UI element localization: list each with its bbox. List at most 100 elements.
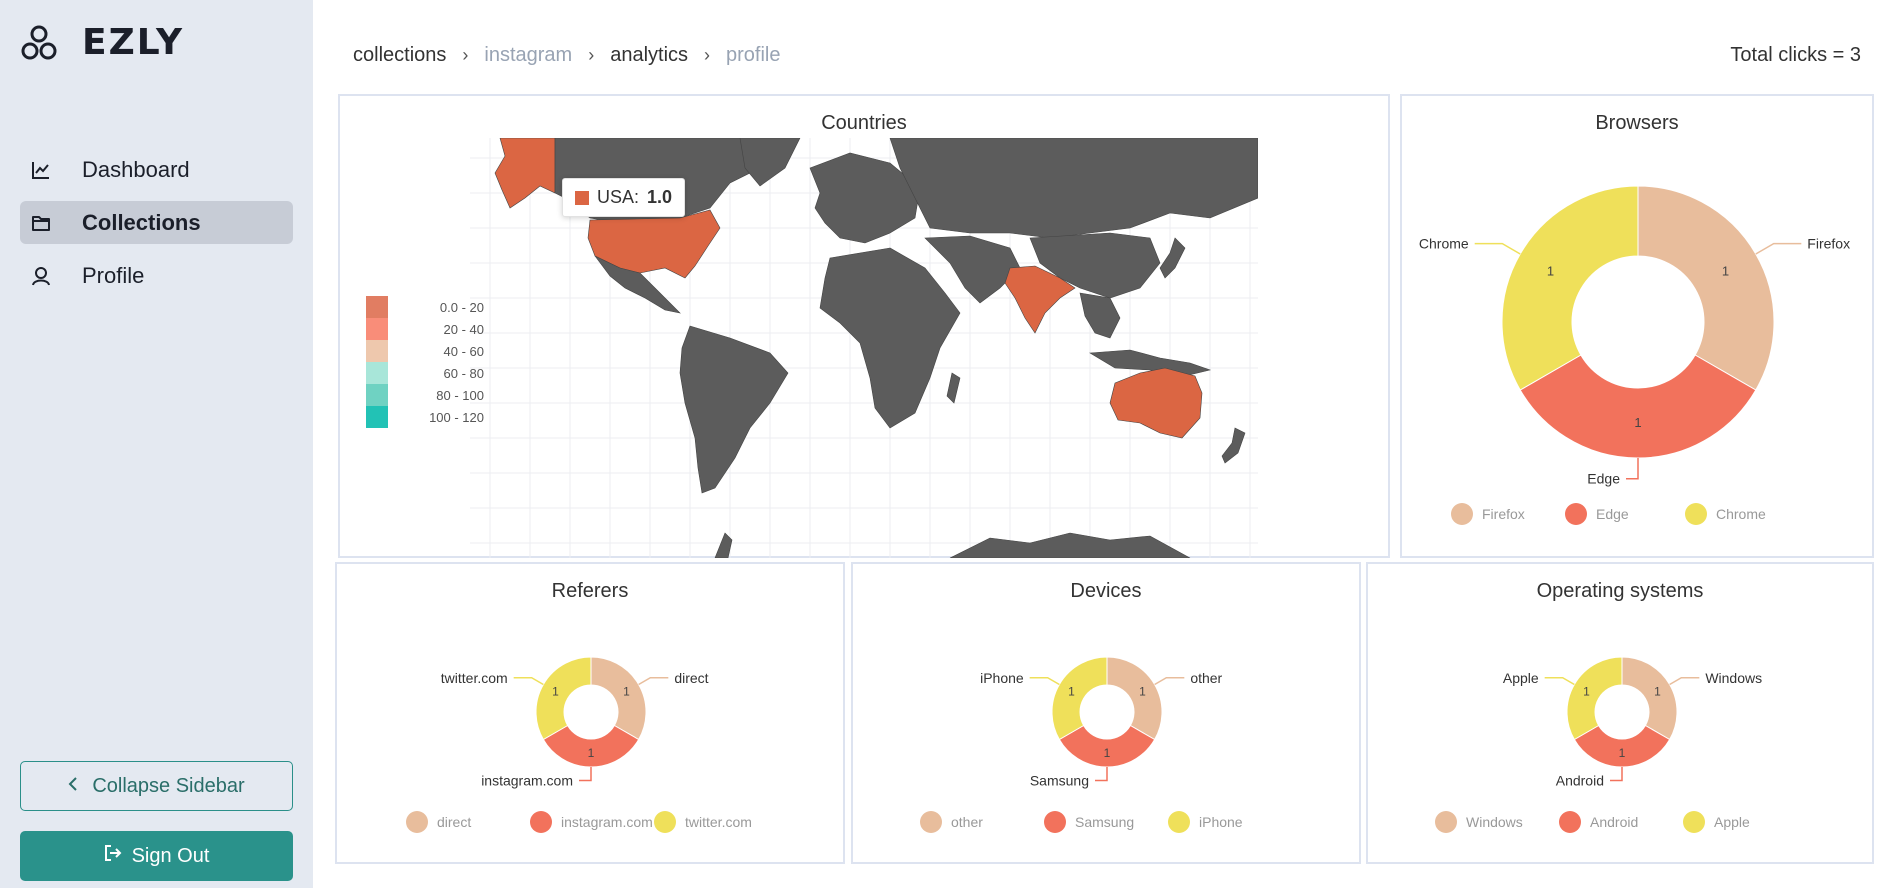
map-country-south-america[interactable] [679, 325, 789, 494]
legend-row[interactable]: 20 - 40 [366, 318, 484, 340]
sidebar: EZLY Dashboard Collections Profile Colla… [0, 0, 313, 888]
slice-value-label: 1 [1619, 746, 1626, 760]
donut-slice[interactable] [1621, 656, 1678, 741]
sidebar-item-dashboard[interactable]: Dashboard [20, 148, 293, 191]
sidebar-item-label: Profile [82, 262, 145, 288]
legend-marker[interactable] [1565, 503, 1587, 525]
operating-systems-donut-chart[interactable]: 1 Windows Windows 1 Android Android 1 Apple Appl… [1368, 564, 1872, 862]
map-country-new-zealand[interactable] [1221, 427, 1246, 464]
donut-slice[interactable] [1566, 656, 1623, 741]
chevron-right-icon: › [462, 45, 469, 65]
sidebar-item-collections[interactable]: Collections [20, 201, 293, 244]
legend-label[interactable]: other [951, 814, 983, 830]
map-country-antarctica-peninsula[interactable] [714, 532, 733, 558]
legend-marker[interactable] [920, 811, 942, 833]
slice-leader-line [1095, 767, 1108, 782]
slice-category-label: Edge [1587, 471, 1620, 487]
sidebar-nav: Dashboard Collections Profile [20, 148, 293, 307]
devices-donut-chart[interactable]: 1 other other 1 Samsung Samsung 1 iPhone iPhone [853, 564, 1359, 862]
legend-row[interactable]: 60 - 80 [366, 362, 484, 384]
sidebar-item-label: Dashboard [82, 156, 190, 182]
map-country-southeast-asia[interactable] [1079, 292, 1121, 339]
legend-row[interactable]: 100 - 120 [366, 406, 484, 428]
slice-leader-line [1154, 677, 1185, 686]
browsers-card: Browsers 1 Firefox Firefox 1 Edge Edge 1 Chrome… [1400, 94, 1874, 558]
slice-category-label: instagram.com [481, 773, 573, 789]
legend-row[interactable]: 0.0 - 20 [366, 296, 484, 318]
legend-label[interactable]: iPhone [1199, 814, 1243, 830]
breadcrumb-analytics[interactable]: analytics [610, 44, 688, 67]
slice-leader-line [1029, 677, 1060, 686]
legend-label[interactable]: twitter.com [685, 814, 752, 830]
legend-label[interactable]: Apple [1714, 814, 1750, 830]
legend-marker[interactable] [654, 811, 676, 833]
legend-marker[interactable] [530, 811, 552, 833]
collapse-sidebar-button[interactable]: Collapse Sidebar [20, 761, 293, 811]
legend-swatch [366, 296, 388, 318]
legend-marker[interactable] [1683, 811, 1705, 833]
map-country-japan[interactable] [1159, 237, 1186, 279]
app-logo[interactable]: EZLY [20, 22, 184, 63]
legend-row[interactable]: 40 - 60 [366, 340, 484, 362]
donut-slice[interactable] [535, 656, 592, 741]
legend-label[interactable]: Chrome [1716, 506, 1766, 522]
breadcrumb-instagram[interactable]: instagram [484, 44, 572, 67]
legend-marker[interactable] [1044, 811, 1066, 833]
legend-label[interactable]: Android [1590, 814, 1638, 830]
slice-leader-line [1544, 677, 1575, 686]
legend-label[interactable]: Samsung [1075, 814, 1134, 830]
legend-label[interactable]: instagram.com [561, 814, 653, 830]
slice-value-label: 1 [1654, 685, 1661, 699]
slice-value-label: 1 [1068, 685, 1075, 699]
app-name: EZLY [82, 22, 185, 63]
browsers-donut-chart[interactable]: 1 Firefox Firefox 1 Edge Edge 1 Chrome Chrome [1402, 96, 1872, 556]
map-country-russia[interactable] [889, 138, 1258, 239]
donut-slice[interactable] [590, 656, 647, 741]
map-country-africa[interactable] [819, 247, 961, 429]
chevron-right-icon: › [588, 45, 595, 65]
legend-marker[interactable] [406, 811, 428, 833]
legend-swatch [366, 340, 388, 362]
sign-out-button[interactable]: Sign Out [20, 831, 293, 881]
devices-card: Devices 1 other other 1 Samsung Samsung 1 iPhon… [851, 562, 1361, 864]
breadcrumb-profile[interactable]: profile [726, 44, 780, 67]
slice-leader-line [579, 767, 592, 782]
total-clicks: Total clicks = 3 [1730, 44, 1861, 66]
legend-label[interactable]: Firefox [1482, 506, 1525, 522]
map-country-madagascar[interactable] [946, 372, 961, 404]
legend-marker[interactable] [1451, 503, 1473, 525]
legend-label: 60 - 80 [443, 365, 484, 381]
breadcrumb-collections[interactable]: collections [353, 44, 446, 67]
donut-slice[interactable] [1501, 185, 1639, 391]
donut-slice[interactable] [1519, 354, 1757, 459]
slice-category-label: iPhone [980, 670, 1024, 686]
slice-leader-line [1474, 242, 1521, 255]
donut-slice[interactable] [1106, 656, 1163, 741]
sidebar-item-profile[interactable]: Profile [20, 254, 293, 297]
map-country-australia[interactable] [1109, 367, 1203, 439]
slice-leader-line [1755, 242, 1802, 255]
slice-category-label: direct [674, 670, 708, 686]
legend-row[interactable]: 80 - 100 [366, 384, 484, 406]
donut-slice[interactable] [1051, 656, 1108, 741]
logo-icon [21, 25, 57, 59]
legend-swatch [366, 384, 388, 406]
map-country-alaska[interactable] [494, 138, 556, 209]
slice-category-label: Chrome [1419, 236, 1469, 252]
map-country-antarctica[interactable] [949, 532, 1191, 558]
chart-line-icon [30, 159, 52, 181]
countries-title: Countries [821, 112, 907, 134]
legend-label[interactable]: direct [437, 814, 471, 830]
slice-value-label: 1 [623, 685, 630, 699]
map-country-greenland[interactable] [739, 138, 801, 187]
slice-value-label: 1 [1722, 264, 1729, 279]
legend-label[interactable]: Edge [1596, 506, 1629, 522]
legend-marker[interactable] [1168, 811, 1190, 833]
donut-slice[interactable] [1637, 185, 1775, 391]
slice-value-label: 1 [1547, 264, 1554, 279]
legend-label[interactable]: Windows [1466, 814, 1523, 830]
legend-marker[interactable] [1559, 811, 1581, 833]
legend-marker[interactable] [1685, 503, 1707, 525]
legend-marker[interactable] [1435, 811, 1457, 833]
referers-donut-chart[interactable]: 1 direct direct 1 instagram.com instagram.com… [337, 564, 843, 862]
